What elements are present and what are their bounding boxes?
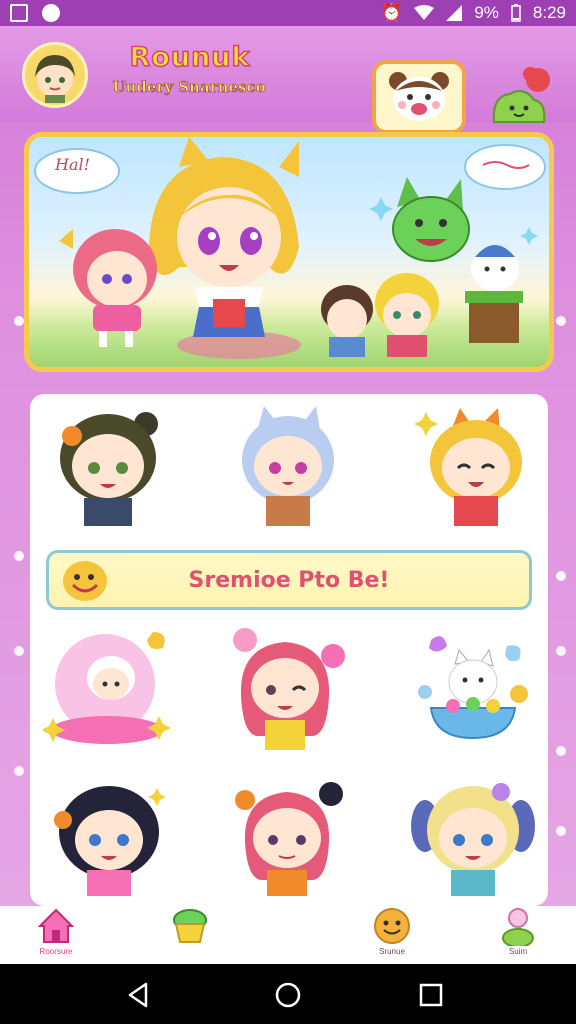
wifi-icon bbox=[414, 5, 435, 20]
home-icon bbox=[37, 908, 75, 943]
app-subtitle: Uudery Snarnesco bbox=[112, 78, 266, 97]
nav-smiley[interactable]: Srunue bbox=[352, 906, 432, 964]
sticker-cat-bowl[interactable] bbox=[402, 624, 542, 754]
recents-icon[interactable] bbox=[416, 980, 446, 1010]
hero-banner[interactable]: Hal! bbox=[24, 132, 554, 372]
smiley-icon bbox=[63, 561, 107, 601]
hero-illustration bbox=[34, 137, 546, 359]
sticker-grid-card: Sremioe Pto Be! bbox=[30, 394, 548, 906]
sticker-green-hair-girl[interactable] bbox=[38, 400, 178, 530]
back-icon[interactable] bbox=[124, 980, 154, 1010]
nav-profile-label: Suim bbox=[508, 947, 528, 956]
alarm-icon: ⏰ bbox=[381, 3, 403, 22]
blonde-fox-girl-icon bbox=[414, 408, 522, 526]
header: Rounuk bbox=[0, 26, 576, 144]
sticker-pigtail-girl[interactable] bbox=[402, 770, 542, 900]
sticker-winking-girl[interactable] bbox=[218, 624, 358, 754]
blue-hair-cat-girl-icon bbox=[242, 406, 334, 526]
system-navigation-bar bbox=[0, 964, 576, 1024]
winking-girl-icon bbox=[233, 628, 345, 750]
banner-bubble-text: Hal! bbox=[55, 155, 91, 174]
green-hair-girl-icon bbox=[60, 412, 158, 526]
bear-face-icon bbox=[389, 72, 449, 121]
potted-plant-icon bbox=[465, 245, 523, 343]
gallery-notification-icon bbox=[10, 4, 28, 22]
bottom-nav: Roorsure Srunue Suim bbox=[0, 906, 576, 964]
nav-smiley-label: Srunue bbox=[379, 947, 405, 956]
avatar-face-icon bbox=[35, 55, 75, 103]
profile-icon bbox=[502, 908, 534, 946]
chat-button[interactable] bbox=[372, 60, 466, 144]
signal-icon bbox=[446, 5, 463, 21]
cloud-right-icon bbox=[464, 144, 546, 190]
clock: 8:29 bbox=[532, 3, 566, 22]
green-monster-icon bbox=[392, 177, 470, 262]
sticker-blonde-fox-girl[interactable] bbox=[402, 400, 542, 530]
battery-icon bbox=[511, 4, 521, 22]
sticker-black-hair-girl[interactable] bbox=[38, 770, 178, 900]
nav-cupcake[interactable] bbox=[150, 906, 230, 964]
nav-home[interactable]: Roorsure bbox=[16, 906, 96, 964]
status-bar: ⏰ 9% 8:29 bbox=[0, 0, 576, 26]
sticker-red-hair-bun-girl[interactable] bbox=[218, 770, 358, 900]
red-hair-bun-girl-icon bbox=[235, 782, 343, 896]
app-notification-icon bbox=[42, 4, 60, 22]
user-avatar[interactable] bbox=[22, 42, 88, 108]
promo-banner[interactable]: Sremioe Pto Be! bbox=[46, 550, 532, 610]
promo-banner-text: Sremioe Pto Be! bbox=[188, 567, 390, 593]
sticker-party-girl[interactable] bbox=[38, 624, 178, 754]
battery-percent: 9% bbox=[474, 3, 499, 22]
app-title: Rounuk bbox=[129, 41, 251, 74]
cat-bowl-icon bbox=[418, 636, 528, 740]
cupcake-icon bbox=[173, 909, 207, 943]
pigtail-girl-icon bbox=[411, 783, 535, 896]
smiley-face-icon bbox=[374, 908, 410, 944]
small-kids bbox=[321, 273, 439, 357]
home-circle-icon[interactable] bbox=[273, 980, 303, 1010]
party-girl-icon bbox=[43, 632, 171, 744]
nav-home-label: Roorsure bbox=[39, 947, 73, 956]
black-hair-girl-icon bbox=[54, 786, 166, 896]
main-character bbox=[148, 137, 299, 337]
pink-hair-character bbox=[59, 229, 157, 347]
mascot-menu-icon[interactable] bbox=[490, 66, 558, 130]
sticker-blue-hair-cat-girl[interactable] bbox=[218, 400, 358, 530]
nav-profile[interactable]: Suim bbox=[478, 906, 558, 964]
